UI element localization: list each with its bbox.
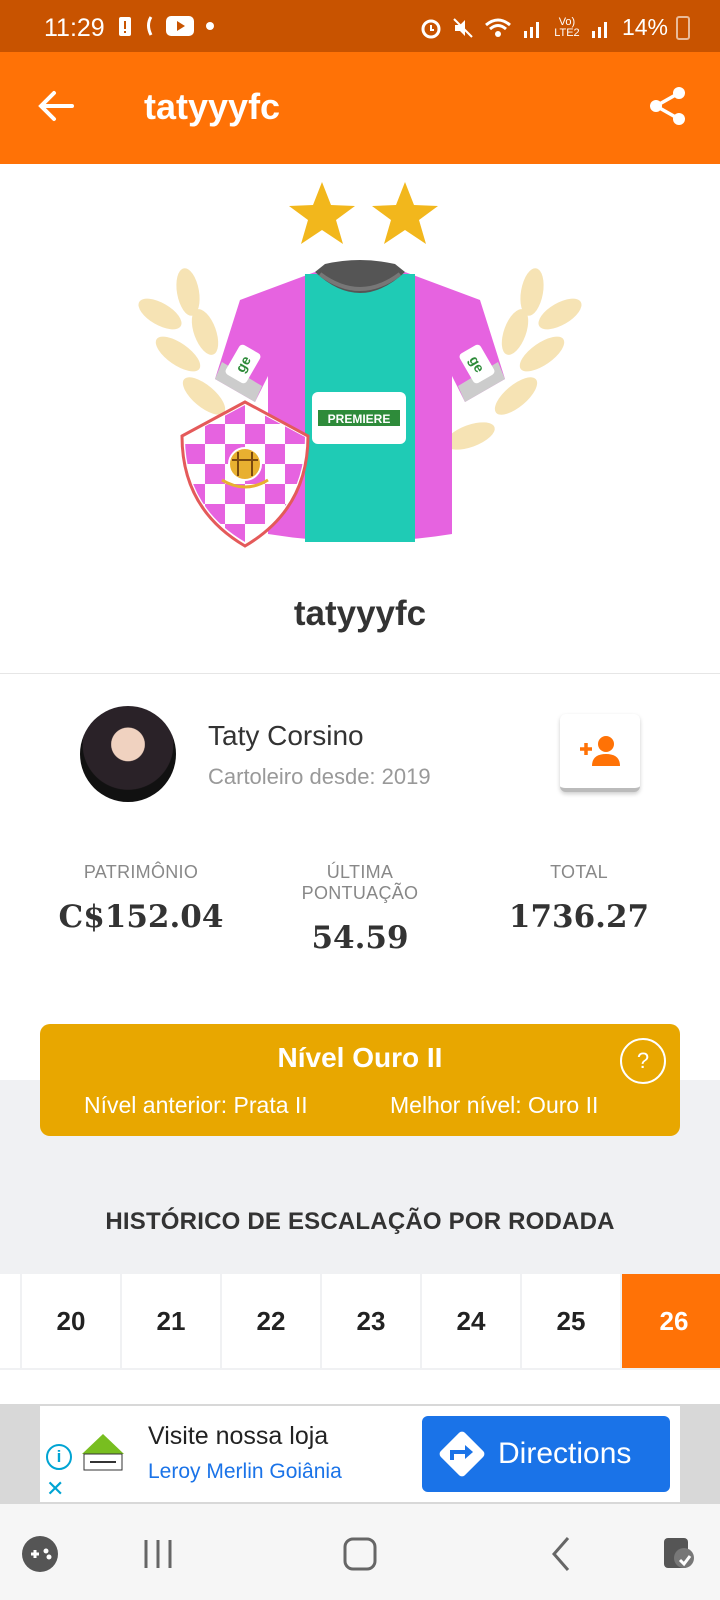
accessibility-touch-icon[interactable] [660,1534,700,1574]
status-bar: 11:29 Vo) LTE2 14% [0,0,720,52]
signal-icon [523,21,539,38]
history-title: HISTÓRICO DE ESCALAÇÃO POR RODADA [105,1208,615,1235]
game-launcher-icon[interactable] [20,1534,60,1574]
avatar [80,706,176,802]
ad-close-icon[interactable]: ✕ [46,1476,64,1502]
user-name: Taty Corsino [208,720,364,751]
lte-label: Vo) LTE2 [554,15,580,39]
stat-patrimonio: PATRIMÔNIO C$152.04 [58,862,224,935]
back-icon[interactable] [542,1534,582,1574]
level-title: Nível Ouro II [277,1042,443,1073]
round-selector: 20 21 22 23 24 25 26 [0,1274,720,1368]
round-tab-active[interactable]: 26 [622,1274,720,1368]
follow-button[interactable] [560,714,640,792]
stat-total: TOTAL 1736.27 [508,862,650,935]
level-best: Melhor nível: Ouro II [390,1092,599,1118]
status-time: 11:29 [44,14,105,42]
dot-icon [206,22,214,30]
share-icon[interactable] [646,84,690,128]
star-icon [372,182,438,244]
youtube-icon [166,16,194,36]
leroy-merlin-logo-icon [82,1434,124,1471]
star-icon [289,182,355,244]
team-hero: PREMIERE ge ge tatyyyfc [0,164,720,674]
profile-section: Taty Corsino Cartoleiro desde: 2019 PATR… [0,674,720,1074]
home-icon[interactable] [340,1534,380,1574]
round-tab[interactable]: 25 [522,1274,620,1368]
round-tab[interactable]: 23 [322,1274,420,1368]
wifi-icon [484,18,511,37]
help-button[interactable]: ? [620,1038,666,1084]
page-title: tatyyyfc [144,86,281,127]
battery-percent: 14% [621,14,668,40]
arrow-left-icon[interactable] [34,84,78,128]
ad-banner[interactable]: i ✕ Visite nossa loja Leroy Merlin Goiân… [0,1404,720,1504]
mute-icon [453,17,473,38]
battery-icon [676,16,690,40]
battery-alert-icon [119,17,131,36]
notification-icon [147,16,153,36]
round-tab[interactable]: 24 [422,1274,520,1368]
level-previous: Nível anterior: Prata II [84,1092,308,1118]
sponsor-text: PREMIERE [328,412,391,426]
directions-icon [439,1431,485,1477]
team-name: tatyyyfc [293,594,427,633]
stat-ultima-pontuacao: ÚLTIMA PONTUAÇÃO 54.59 [301,862,419,956]
signal-icon-2 [591,21,607,38]
round-tab-partial[interactable] [0,1274,20,1368]
directions-label: Directions [498,1437,632,1470]
alarm-icon [421,19,441,38]
round-tab[interactable]: 21 [122,1274,220,1368]
user-since: Cartoleiro desde: 2019 [208,764,431,789]
ad-subline: Leroy Merlin Goiânia [148,1460,342,1483]
add-person-icon [580,736,620,766]
ad-info-icon[interactable]: i [46,1444,72,1470]
stats-row: PATRIMÔNIO C$152.04 ÚLTIMA PONTUAÇÃO 54.… [0,862,720,956]
round-tab[interactable]: 20 [22,1274,120,1368]
directions-button[interactable]: Directions [422,1416,670,1492]
level-card: Nível Ouro II Nível anterior: Prata II M… [40,1024,680,1136]
ad-headline: Visite nossa loja [148,1422,329,1450]
system-nav-bar [0,1504,720,1600]
round-tab[interactable]: 22 [222,1274,320,1368]
app-bar: tatyyyfc [0,52,720,164]
recent-apps-icon[interactable] [138,1534,178,1574]
history-content [0,1370,720,1404]
team-jersey-illustration: PREMIERE ge ge [138,182,582,548]
